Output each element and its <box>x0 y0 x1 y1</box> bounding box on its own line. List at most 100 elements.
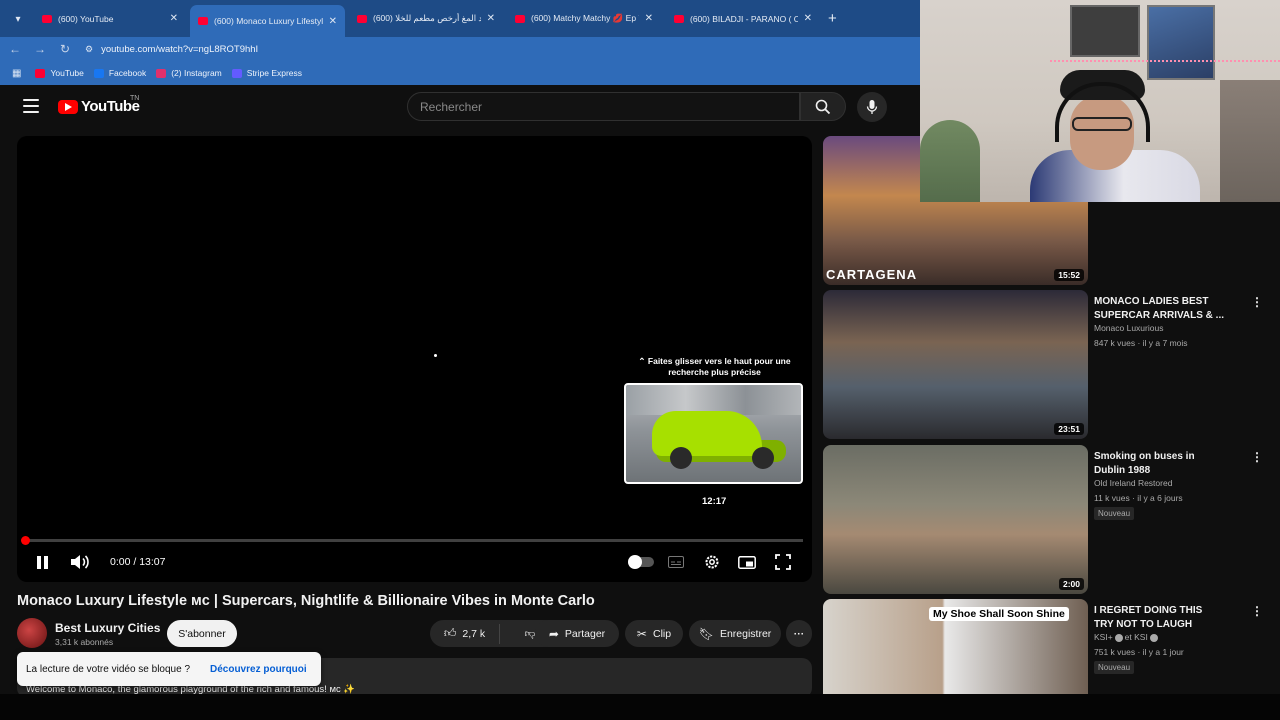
close-tab-icon[interactable]: ✕ <box>645 13 653 24</box>
related-video-title[interactable]: MONACO LADIES BEST SUPERCAR ARRIVALS & .… <box>1094 295 1224 323</box>
bookmark-facebook[interactable]: Facebook <box>93 68 147 78</box>
related-channel-name[interactable]: Old Ireland Restored <box>1094 478 1172 488</box>
like-button[interactable]: 👍︎ 2,7 k <box>430 623 500 644</box>
back-arrow-icon[interactable]: ← <box>5 42 25 56</box>
instagram-icon <box>156 68 167 78</box>
seek-preview-time: 12:17 <box>702 496 727 507</box>
share-arrow-icon: ➦ <box>548 626 559 641</box>
tab-title: (600) BILADJI - PARANO ( Offici <box>690 13 798 24</box>
tab-search-dropdown-icon[interactable]: ▾ <box>9 10 27 28</box>
channel-avatar[interactable] <box>17 618 47 648</box>
bookmark-stripe[interactable]: Stripe Express <box>231 68 302 78</box>
search-input[interactable]: Rechercher <box>407 92 800 121</box>
toast-message: La lecture de votre vidéo se bloque ? <box>26 663 190 675</box>
autoplay-toggle[interactable] <box>628 552 655 572</box>
youtube-favicon-icon <box>42 14 52 23</box>
thumbs-up-icon: 👍︎ <box>443 626 457 640</box>
reload-icon[interactable]: ↻ <box>55 42 75 56</box>
browser-tab-monaco[interactable]: (600) Monaco Luxury Lifestyle ᴍᴄ ✕ <box>190 5 345 37</box>
toast-learn-more-link[interactable]: Découvrez pourquoi <box>210 664 307 675</box>
loading-indicator <box>434 354 437 357</box>
browser-tab-biladji[interactable]: (600) BILADJI - PARANO ( Offici ✕ <box>666 6 820 31</box>
video-thumbnail[interactable]: 23:51 <box>823 290 1088 439</box>
youtube-play-icon <box>58 99 78 114</box>
related-video-title[interactable]: Smoking on buses in Dublin 1988 <box>1094 450 1224 478</box>
youtube-favicon-icon <box>674 14 684 23</box>
video-title: Monaco Luxury Lifestyle ᴍᴄ | Supercars, … <box>17 593 595 609</box>
forward-arrow-icon[interactable]: → <box>30 42 50 56</box>
thumbnail-overlay-text: My Shoe Shall Soon Shine <box>929 607 1069 621</box>
related-video-item[interactable]: 2:00 Smoking on buses in Dublin 1988 Old… <box>823 445 1280 595</box>
related-channel-name[interactable]: Monaco Luxurious <box>1094 323 1163 333</box>
channel-name-ksi-plus: KSI+ <box>1094 632 1113 642</box>
seek-hint-text: ⌃ Faites glisser vers le haut pour une r… <box>638 356 791 377</box>
country-code: TN <box>130 95 140 102</box>
apps-grid-icon[interactable]: ▦ <box>12 68 21 79</box>
voice-search-button[interactable] <box>857 92 887 122</box>
close-tab-icon[interactable]: ✕ <box>170 13 178 24</box>
browser-tab-arabic[interactable]: (600) ولد المغ أرخص مطعم للخلا ✕ <box>349 6 503 31</box>
video-player[interactable]: ⌃ Faites glisser vers le haut pour une r… <box>17 136 812 582</box>
close-tab-icon[interactable]: ✕ <box>804 13 812 24</box>
browser-tab-youtube[interactable]: (600) YouTube ✕ <box>34 6 186 31</box>
subtitles-icon[interactable] <box>667 552 685 572</box>
volume-icon[interactable] <box>69 552 91 572</box>
bookmark-label: YouTube <box>50 68 84 78</box>
progress-bar[interactable] <box>25 539 803 542</box>
theater-mode-icon[interactable] <box>737 552 757 572</box>
more-options-icon[interactable]: ⋮ <box>1251 450 1263 464</box>
new-tab-icon[interactable]: + <box>828 10 837 27</box>
related-video-meta: 751 k vues · il y a 1 jour <box>1094 647 1184 657</box>
more-options-icon[interactable]: ⋮ <box>1251 295 1263 309</box>
facebook-icon <box>93 68 104 78</box>
bookmark-label: (2) Instagram <box>171 68 222 78</box>
clip-button[interactable]: ✂ Clip <box>625 620 683 647</box>
bookmark-label: Facebook <box>108 68 147 78</box>
save-button[interactable]: 🔖︎ Enregistrer <box>689 620 781 647</box>
youtube-icon <box>35 68 46 78</box>
bookmarks-bar: ▦ YouTube Facebook (2) Instagram Stripe … <box>0 61 920 85</box>
browser-tab-matchy[interactable]: (600) Matchy Matchy 💋 Ep 79 ✕ <box>507 6 661 31</box>
youtube-logo[interactable]: YouTube <box>58 98 140 115</box>
site-info-icon[interactable]: ⚙ <box>85 44 93 55</box>
new-badge: Nouveau <box>1094 507 1135 520</box>
tab-title: (600) ولد المغ أرخص مطعم للخلا <box>373 13 481 23</box>
video-thumbnail[interactable]: 2:00 <box>823 445 1088 594</box>
share-button[interactable]: ➦ Partager <box>535 620 619 647</box>
like-count: 2,7 k <box>462 627 486 640</box>
time-display: 0:00 / 13:07 <box>110 556 166 568</box>
subscribe-button[interactable]: S'abonner <box>167 620 237 647</box>
close-tab-icon[interactable]: ✕ <box>487 13 495 24</box>
seek-preview-thumbnail <box>624 383 803 484</box>
webcam-overlay <box>920 0 1280 202</box>
more-actions-icon[interactable]: ··· <box>786 620 812 647</box>
progress-scrubber[interactable] <box>21 536 30 545</box>
pause-button[interactable] <box>35 552 49 572</box>
channel-name[interactable]: Best Luxury Cities <box>55 621 160 635</box>
search-icon <box>815 99 831 114</box>
settings-gear-icon[interactable] <box>702 552 722 572</box>
microphone-icon <box>866 100 878 114</box>
hamburger-menu-icon[interactable] <box>23 99 39 113</box>
fullscreen-icon[interactable] <box>773 552 793 572</box>
share-label: Partager <box>564 627 606 640</box>
search-button[interactable] <box>800 92 846 121</box>
video-duration: 23:51 <box>1054 423 1084 435</box>
close-tab-icon[interactable]: ✕ <box>329 16 337 27</box>
subscriber-count: 3,31 k abonnés <box>55 637 114 647</box>
bookmark-youtube[interactable]: YouTube <box>35 68 84 78</box>
address-bar[interactable]: youtube.com/watch?v=ngL8ROT9hhI <box>101 44 258 55</box>
browser-tabstrip: ▾ (600) YouTube ✕ (600) Monaco Luxury Li… <box>0 0 920 37</box>
bookmark-instagram[interactable]: (2) Instagram <box>156 68 222 78</box>
youtube-favicon-icon <box>515 14 525 23</box>
video-duration: 2:00 <box>1058 578 1084 590</box>
thumbnail-caption: CARTAGENA <box>826 267 918 282</box>
related-video-item[interactable]: 23:51 MONACO LADIES BEST SUPERCAR ARRIVA… <box>823 290 1280 440</box>
more-options-icon[interactable]: ⋮ <box>1251 604 1263 618</box>
tab-title: (600) YouTube <box>58 13 114 24</box>
youtube-header: YouTube TN Rechercher <box>0 85 920 129</box>
channel-name-ksi: et KSI <box>1124 632 1148 642</box>
related-video-title[interactable]: I REGRET DOING THIS TRY NOT TO LAUGH <box>1094 604 1224 632</box>
related-channel-name[interactable]: KSI+ et KSI <box>1094 632 1160 642</box>
thumbs-down-icon: 👎︎ <box>524 628 536 640</box>
